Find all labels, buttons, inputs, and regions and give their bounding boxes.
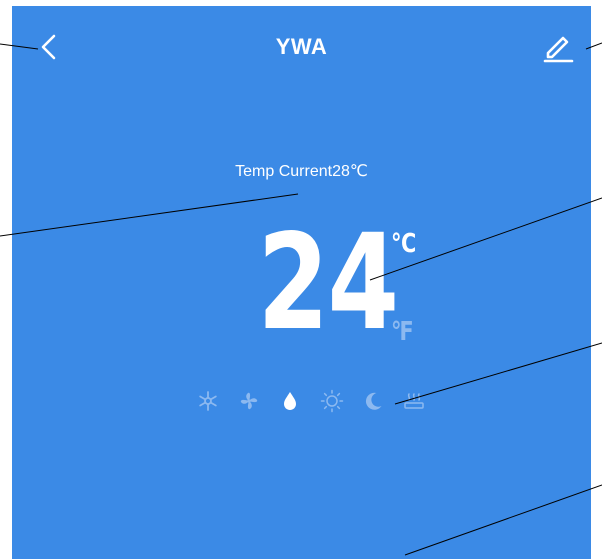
- unit-celsius-toggle[interactable]: ℃: [391, 228, 416, 259]
- moon-icon: [365, 392, 382, 410]
- current-temperature: Temp Current28℃: [235, 163, 368, 180]
- snowflake-icon: [199, 391, 217, 411]
- unit-fahrenheit-toggle[interactable]: ℉: [391, 316, 414, 347]
- set-temperature: 24: [257, 206, 399, 360]
- edit-button[interactable]: [541, 28, 577, 64]
- mode-dry[interactable]: [278, 389, 302, 413]
- mode-heat[interactable]: [402, 389, 426, 413]
- sun-icon: [320, 389, 343, 413]
- fan-icon: [240, 392, 258, 410]
- mode-sun[interactable]: [320, 389, 344, 413]
- thermostat-screen: YWA Temp Current28℃ 24 ℃ ℉: [12, 6, 591, 559]
- mode-cool[interactable]: [196, 389, 220, 413]
- heater-icon: [404, 393, 424, 409]
- water-drop-icon: [284, 392, 297, 410]
- page-title: YWA: [275, 34, 328, 59]
- mode-selector: [196, 387, 426, 415]
- mode-fan[interactable]: [237, 389, 261, 413]
- mode-sleep[interactable]: [361, 389, 385, 413]
- header: YWA: [12, 6, 591, 92]
- pencil-icon: [543, 36, 574, 63]
